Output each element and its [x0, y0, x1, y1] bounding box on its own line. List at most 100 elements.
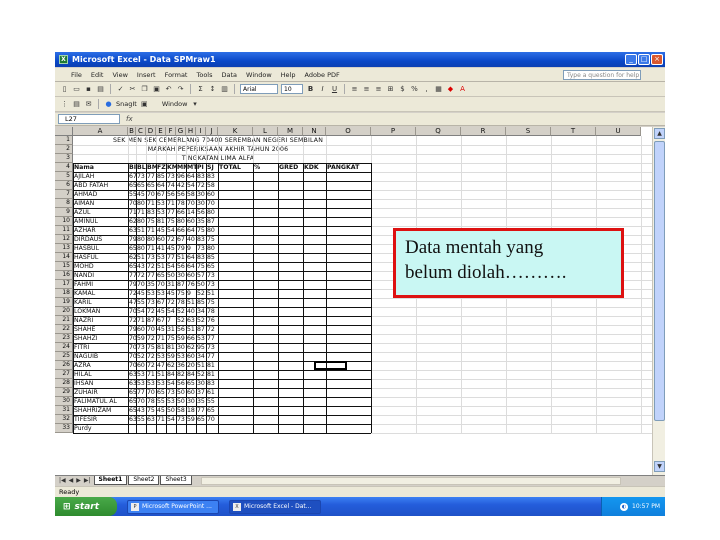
mark-cell[interactable]: 83: [206, 172, 218, 181]
student-name-cell[interactable]: AIMAN: [73, 199, 128, 208]
mark-cell[interactable]: 65: [128, 262, 136, 271]
column-header[interactable]: Q: [416, 127, 461, 136]
mark-cell[interactable]: 51: [186, 298, 196, 307]
mark-cell[interactable]: 43: [136, 262, 146, 271]
mark-cell[interactable]: 80: [136, 217, 146, 226]
mark-cell[interactable]: 65: [136, 181, 146, 190]
mark-cell[interactable]: 43: [136, 406, 146, 415]
mark-cell[interactable]: 53: [166, 397, 176, 406]
snagit-icon[interactable]: ●: [104, 100, 113, 109]
row-header[interactable]: 23: [55, 334, 73, 343]
last-sheet-icon[interactable]: ▶|: [84, 477, 91, 484]
start-button[interactable]: ⊞ start: [55, 497, 117, 516]
mark-cell[interactable]: 67: [176, 235, 186, 244]
mark-cell[interactable]: 60: [206, 190, 218, 199]
mark-cell[interactable]: 73: [196, 244, 206, 253]
mark-cell[interactable]: 73: [166, 388, 176, 397]
mark-cell[interactable]: 78: [176, 199, 186, 208]
mark-cell[interactable]: 51: [196, 361, 206, 370]
mark-cell[interactable]: 73: [136, 172, 146, 181]
mark-cell[interactable]: 80: [206, 244, 218, 253]
save-icon[interactable]: ▪: [84, 85, 93, 94]
mark-cell[interactable]: 80: [136, 244, 146, 253]
dropdown-icon[interactable]: ▾: [190, 100, 199, 109]
mark-cell[interactable]: 40: [186, 307, 196, 316]
row-header[interactable]: 21: [55, 316, 73, 325]
row-header[interactable]: 22: [55, 325, 73, 334]
row-header[interactable]: 10: [55, 217, 73, 226]
mark-cell[interactable]: 71: [146, 244, 156, 253]
minimize-button[interactable]: _: [625, 54, 637, 65]
row-header[interactable]: 32: [55, 415, 73, 424]
mark-cell[interactable]: 57: [196, 271, 206, 280]
table-header-cell[interactable]: BL: [136, 163, 146, 172]
mark-cell[interactable]: 70: [128, 334, 136, 343]
underline-icon[interactable]: U: [330, 85, 339, 94]
mark-cell[interactable]: 30: [186, 397, 196, 406]
student-name-cell[interactable]: HASBUL: [73, 244, 128, 253]
mark-cell[interactable]: 60: [186, 388, 196, 397]
mark-cell[interactable]: 61: [206, 388, 218, 397]
mark-cell[interactable]: 75: [146, 343, 156, 352]
mark-cell[interactable]: 54: [166, 307, 176, 316]
mark-cell[interactable]: 55: [136, 298, 146, 307]
column-header[interactable]: O: [326, 127, 371, 136]
mark-cell[interactable]: 45: [156, 307, 166, 316]
mark-cell[interactable]: 70: [136, 397, 146, 406]
mark-cell[interactable]: 14: [186, 208, 196, 217]
vertical-scrollbar[interactable]: ▲ ▼: [652, 127, 665, 475]
column-header[interactable]: I: [196, 127, 206, 136]
mark-cell[interactable]: 73: [206, 280, 218, 289]
mark-cell[interactable]: 77: [166, 253, 176, 262]
open-icon[interactable]: ▭: [72, 85, 81, 94]
sum-icon[interactable]: Σ: [196, 85, 205, 94]
mark-cell[interactable]: 80: [206, 208, 218, 217]
mark-cell[interactable]: 72: [136, 271, 146, 280]
mark-cell[interactable]: 87: [196, 325, 206, 334]
comma-icon[interactable]: ,: [422, 85, 431, 94]
mark-cell[interactable]: 52: [176, 316, 186, 325]
mark-cell[interactable]: 73: [146, 253, 156, 262]
print-icon[interactable]: ▤: [96, 85, 105, 94]
mark-cell[interactable]: 87: [206, 217, 218, 226]
mark-cell[interactable]: 50: [166, 406, 176, 415]
mark-cell[interactable]: [156, 424, 166, 433]
row-header[interactable]: 25: [55, 352, 73, 361]
spreadsheet-grid[interactable]: ABCDEFGHIJKLMNOPQRSTU 1 2 3 4 5 6 7 8 9 10 11 12 13 1…: [55, 127, 652, 475]
mark-cell[interactable]: 71: [146, 199, 156, 208]
mark-cell[interactable]: 30: [176, 271, 186, 280]
table-header-cell[interactable]: FZ: [156, 163, 166, 172]
student-name-cell[interactable]: KAMAL: [73, 289, 128, 298]
mark-cell[interactable]: 77: [146, 172, 156, 181]
student-name-cell[interactable]: FALIMATUL AL: [73, 397, 128, 406]
mark-cell[interactable]: 45: [136, 289, 146, 298]
mark-cell[interactable]: 78: [146, 397, 156, 406]
selected-cell[interactable]: [314, 361, 347, 370]
table-header-cell[interactable]: %: [253, 163, 278, 172]
row-header[interactable]: 14: [55, 253, 73, 262]
mark-cell[interactable]: 60: [136, 325, 146, 334]
student-name-cell[interactable]: AZHAR: [73, 226, 128, 235]
mark-cell[interactable]: 75: [166, 217, 176, 226]
mark-cell[interactable]: 83: [196, 235, 206, 244]
column-header[interactable]: P: [371, 127, 416, 136]
mark-cell[interactable]: 9: [186, 244, 196, 253]
menu-help[interactable]: Help: [281, 71, 296, 79]
mark-cell[interactable]: 18: [186, 406, 196, 415]
tab-sheet3[interactable]: Sheet3: [160, 476, 192, 485]
mark-cell[interactable]: 66: [186, 334, 196, 343]
mark-cell[interactable]: 96: [176, 172, 186, 181]
table-header-cell[interactable]: KDK: [303, 163, 326, 172]
mark-cell[interactable]: 64: [186, 253, 196, 262]
mark-cell[interactable]: 72: [206, 325, 218, 334]
mark-cell[interactable]: 70: [146, 325, 156, 334]
table-header-cell[interactable]: MM: [176, 163, 186, 172]
mark-cell[interactable]: 52: [196, 316, 206, 325]
mark-cell[interactable]: 80: [146, 235, 156, 244]
mark-cell[interactable]: 53: [156, 199, 166, 208]
new-icon[interactable]: ▯: [60, 85, 69, 94]
mark-cell[interactable]: 53: [156, 253, 166, 262]
mark-cell[interactable]: 60: [186, 352, 196, 361]
mark-cell[interactable]: 79: [128, 280, 136, 289]
student-name-cell[interactable]: Purdy: [73, 424, 128, 433]
